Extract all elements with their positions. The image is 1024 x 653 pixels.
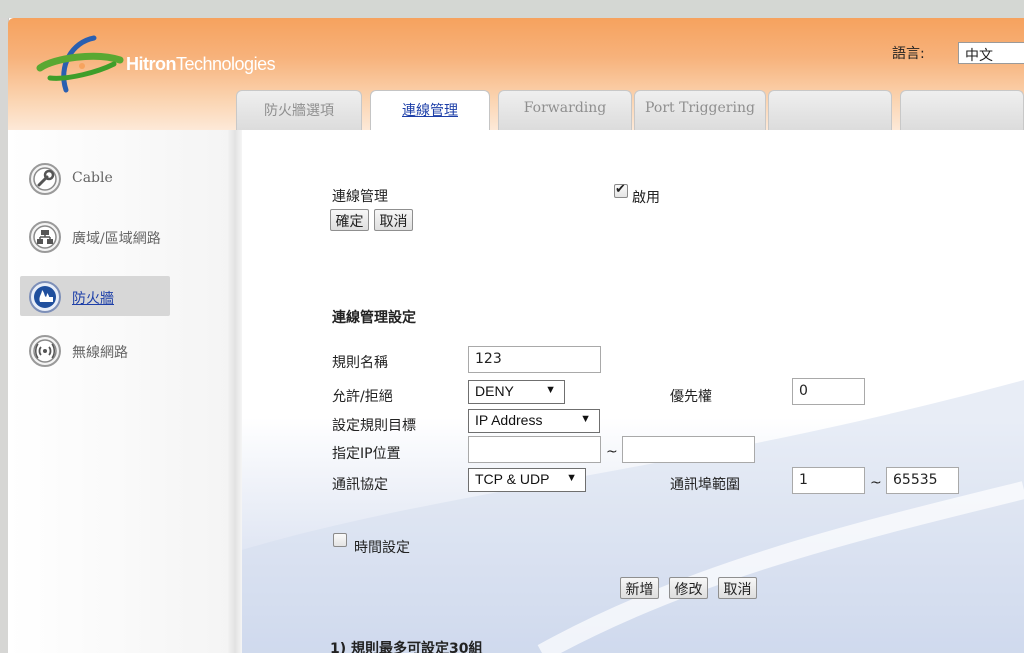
ip-start-input[interactable] bbox=[468, 436, 601, 463]
sidebar-item-cable[interactable]: Cable bbox=[20, 158, 170, 198]
rule-name-input[interactable]: 123 bbox=[468, 346, 601, 373]
protocol-value: TCP & UDP bbox=[475, 471, 550, 487]
dropdown-arrow-icon: ▼ bbox=[545, 384, 556, 396]
protocol-select[interactable]: TCP & UDP ▼ bbox=[468, 468, 586, 492]
priority-input[interactable]: 0 bbox=[792, 378, 865, 405]
firewall-icon bbox=[29, 281, 61, 313]
cancel-button[interactable]: 取消 bbox=[374, 209, 413, 231]
sidebar-item-wan-lan[interactable]: 廣域/區域網路 bbox=[20, 216, 170, 256]
target-label: 設定規則目標 bbox=[332, 418, 416, 434]
allow-deny-value: DENY bbox=[475, 383, 514, 399]
priority-label: 優先權 bbox=[670, 389, 712, 405]
sidebar-item-firewall[interactable]: 防火牆 bbox=[20, 276, 170, 316]
section-title-connection-management: 連線管理 bbox=[332, 189, 388, 205]
dropdown-arrow-icon: ▼ bbox=[566, 472, 577, 484]
rule-name-label: 規則名稱 bbox=[332, 355, 388, 371]
window-top-strip bbox=[0, 0, 1024, 18]
port-range-label: 通訊埠範圍 bbox=[670, 477, 740, 493]
port-range-tilde: ~ bbox=[870, 475, 882, 491]
sidebar-item-label: 無線網路 bbox=[72, 345, 128, 361]
tab-extra[interactable] bbox=[768, 90, 892, 130]
language-select[interactable]: 中文 bbox=[958, 42, 1024, 64]
sidebar-item-label: 防火牆 bbox=[72, 291, 114, 307]
target-select[interactable]: IP Address ▼ bbox=[468, 409, 600, 433]
target-value: IP Address bbox=[475, 412, 543, 428]
allow-deny-select[interactable]: DENY ▼ bbox=[468, 380, 565, 404]
brand-name: HitronTechnologies bbox=[126, 54, 276, 74]
time-setting-checkbox[interactable] bbox=[333, 533, 347, 547]
ip-range-tilde: ~ bbox=[606, 444, 618, 460]
enable-checkbox[interactable]: ✔ bbox=[614, 182, 628, 198]
protocol-label: 通訊協定 bbox=[332, 477, 388, 493]
hitron-logo-icon bbox=[36, 35, 124, 93]
port-start-input[interactable]: 1 bbox=[792, 467, 865, 494]
sidebar-item-wireless[interactable]: 無線網路 bbox=[20, 330, 170, 370]
language-label: 語言: bbox=[892, 46, 925, 62]
port-end-input[interactable]: 65535 bbox=[886, 467, 959, 494]
rule-limit-note: 1) 規則最多可設定30組 bbox=[330, 641, 483, 653]
tab-port-triggering[interactable]: Port Triggering bbox=[634, 90, 766, 130]
time-setting-label: 時間設定 bbox=[354, 540, 410, 556]
modify-button[interactable]: 修改 bbox=[669, 577, 708, 599]
section-title-settings: 連線管理設定 bbox=[332, 310, 416, 326]
wrench-icon bbox=[29, 163, 61, 195]
confirm-button[interactable]: 確定 bbox=[330, 209, 369, 231]
network-icon bbox=[29, 221, 61, 253]
tab-forwarding[interactable]: Forwarding bbox=[498, 90, 632, 130]
tab-firewall-options[interactable]: 防火牆選項 bbox=[236, 90, 362, 130]
sidebar-divider bbox=[228, 130, 242, 653]
cancel-rule-button[interactable]: 取消 bbox=[718, 577, 757, 599]
tab-bar: 防火牆選項 連線管理 Forwarding Port Triggering bbox=[236, 90, 1024, 131]
wireless-icon bbox=[29, 335, 61, 367]
sidebar-item-label: Cable bbox=[72, 170, 113, 186]
ip-label: 指定IP位置 bbox=[332, 446, 401, 462]
ip-end-input[interactable] bbox=[622, 436, 755, 463]
dropdown-arrow-icon: ▼ bbox=[580, 413, 591, 425]
tab-connection-management[interactable]: 連線管理 bbox=[370, 90, 490, 131]
main-content: 連線管理 ✔ 啟用 確定 取消 連線管理設定 規則名稱 123 允許/拒絕 DE… bbox=[242, 130, 1024, 653]
add-button[interactable]: 新增 bbox=[620, 577, 659, 599]
tab-extra-2[interactable] bbox=[900, 90, 1024, 130]
enable-label: 啟用 bbox=[632, 190, 660, 206]
sidebar: Cable 廣域/區域網路 防火牆 無線網路 bbox=[8, 130, 236, 653]
sidebar-item-label: 廣域/區域網路 bbox=[72, 231, 161, 247]
allow-deny-label: 允許/拒絕 bbox=[332, 389, 393, 405]
checkmark-icon: ✔ bbox=[615, 182, 626, 197]
